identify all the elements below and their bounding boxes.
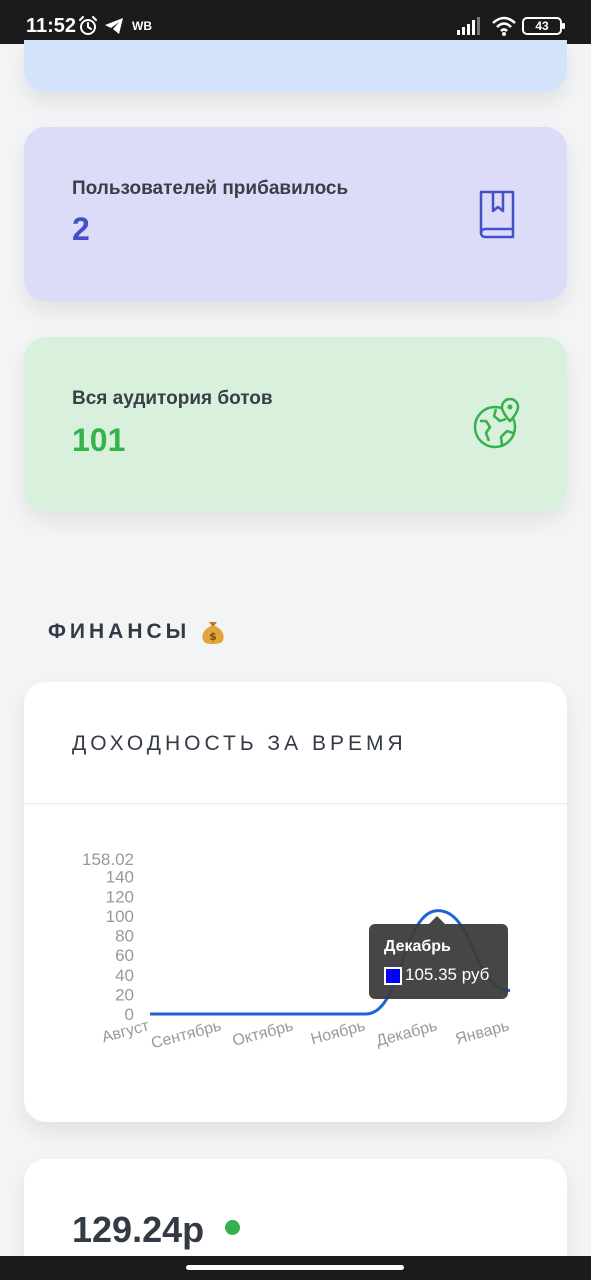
y-tick-label: 120 xyxy=(106,887,134,906)
balance-value: 129.24р xyxy=(72,1209,205,1250)
tooltip-month: Декабрь xyxy=(384,938,451,955)
status-bar: 11:52 WB 43 xyxy=(0,0,591,44)
notification-label: WB xyxy=(132,19,152,33)
stat-value: 101 xyxy=(72,422,126,458)
x-tick-label: Сентябрь xyxy=(149,1017,223,1052)
revenue-chart-card: ДОХОДНОСТЬ ЗА ВРЕМЯ 0 20 40 60 80 100 120 140 15… xyxy=(24,682,567,1122)
y-tick-label: 40 xyxy=(115,966,134,985)
y-tick-label: 140 xyxy=(106,868,134,887)
stat-card-new-users: Пользователей прибавилось 2 xyxy=(24,127,567,301)
telegram-icon xyxy=(105,18,123,34)
stat-card-partial xyxy=(24,40,567,92)
money-bag-icon: $ xyxy=(202,622,224,644)
chart-tooltip: Декабрь 105.35 руб xyxy=(369,916,508,999)
revenue-line-chart: 020406080100120140158.02АвгустСентябрь Ок… xyxy=(82,850,511,1052)
tooltip-swatch xyxy=(384,967,402,985)
svg-text:$: $ xyxy=(209,630,217,643)
alarm-icon xyxy=(79,16,97,35)
y-tick-label: 80 xyxy=(115,927,134,946)
globe-location-icon xyxy=(473,397,520,449)
status-dot xyxy=(225,1220,240,1235)
section-title-finance: ФИНАНСЫ xyxy=(48,620,191,643)
y-tick-label: 100 xyxy=(106,907,134,926)
x-tick-label: Ноябрь xyxy=(309,1017,367,1048)
signal-icon xyxy=(457,17,480,35)
tooltip-value: 105.35 руб xyxy=(405,965,490,984)
navigation-bar xyxy=(0,1256,591,1280)
y-tick-label: 20 xyxy=(115,985,134,1004)
y-tick-label: 158.02 xyxy=(82,850,134,869)
y-tick-label: 60 xyxy=(115,946,134,965)
wifi-icon xyxy=(492,16,516,36)
x-tick-label: Октябрь xyxy=(231,1017,295,1049)
status-time: 11:52 xyxy=(26,15,77,37)
bookmark-book-icon xyxy=(479,190,515,239)
stat-card-audience: Вся аудитория ботов 101 xyxy=(24,337,567,511)
home-gesture-handle[interactable] xyxy=(186,1265,404,1270)
stat-label: Вся аудитория ботов xyxy=(72,388,273,409)
battery-icon: 43 xyxy=(522,17,565,35)
x-tick-label: Декабрь xyxy=(374,1017,439,1050)
x-tick-label: Январь xyxy=(454,1017,511,1048)
stat-label: Пользователей прибавилось xyxy=(72,178,349,199)
stat-value: 2 xyxy=(72,211,90,247)
